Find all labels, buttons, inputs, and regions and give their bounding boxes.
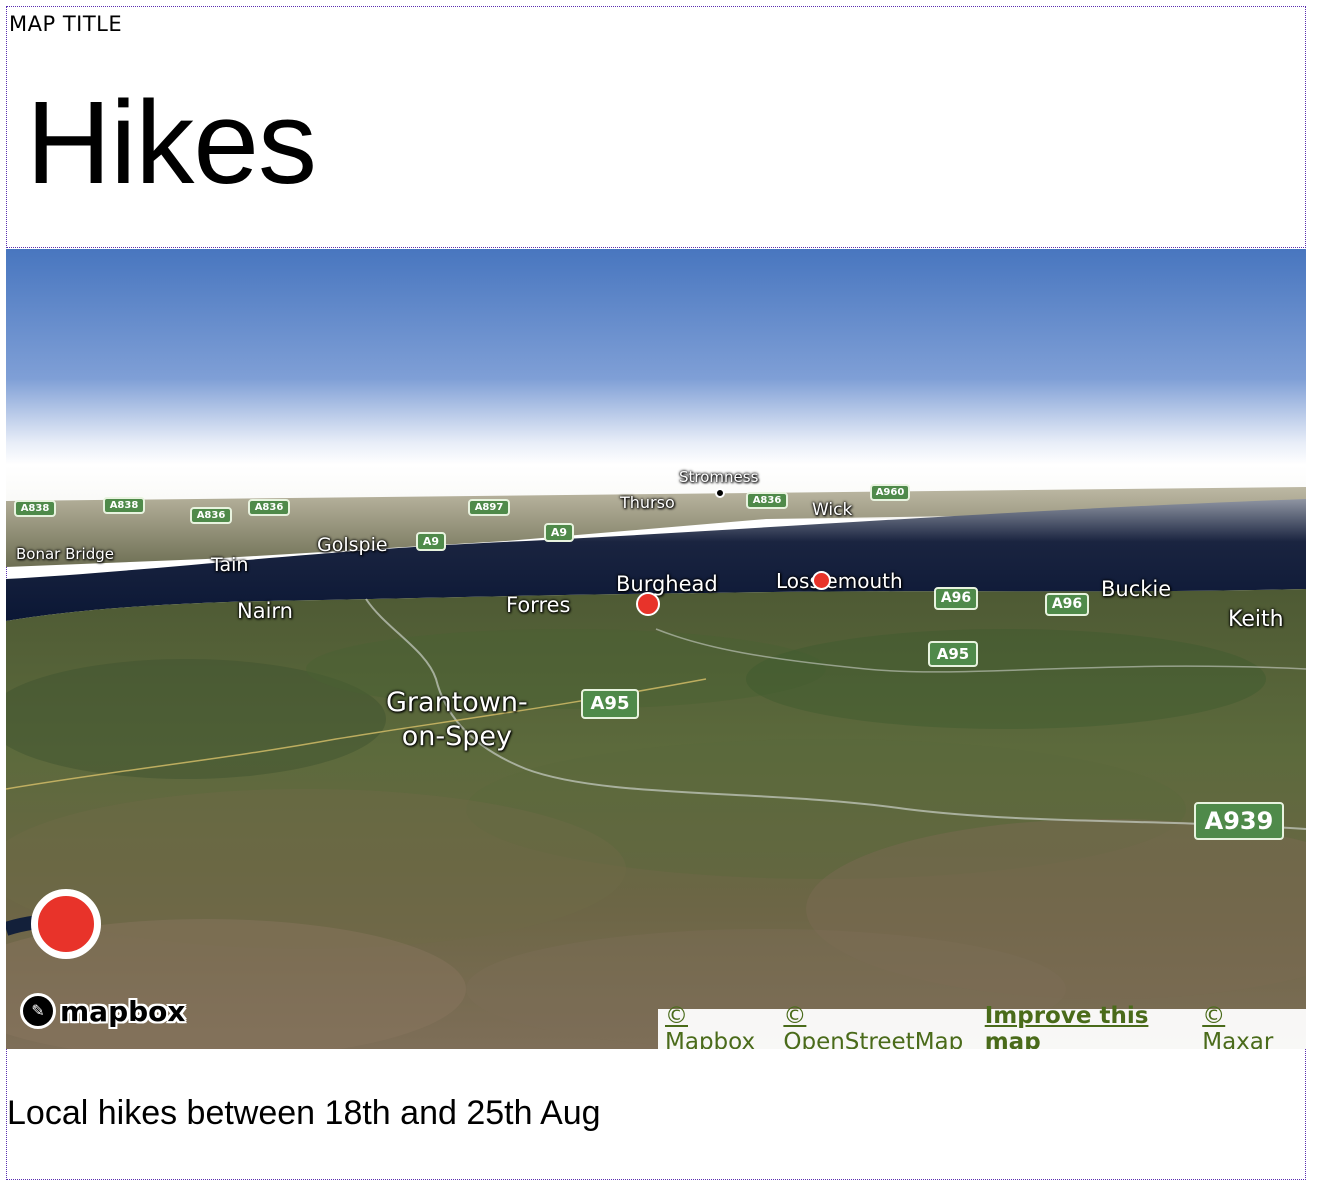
road-shield-a95: A95 (581, 689, 639, 719)
place-label-tain: Tain (211, 554, 249, 576)
road-shield-a96: A96 (1045, 593, 1089, 616)
improve-map-link[interactable]: Improve this map (985, 1003, 1196, 1049)
mapbox-logo[interactable]: ✎ mapbox (20, 993, 185, 1029)
hike-marker-foreground[interactable] (31, 889, 101, 959)
road-shield-a836: A836 (190, 507, 232, 524)
place-label-grantown-on-spey: Grantown- on-Spey (386, 687, 528, 752)
road-shield-a897: A897 (468, 499, 510, 516)
place-label-bonar-bridge: Bonar Bridge (16, 545, 114, 563)
mapbox-logo-icon: ✎ (20, 993, 56, 1029)
hike-marker-lossiemouth[interactable] (812, 571, 831, 590)
road-shield-a939: A939 (1194, 802, 1284, 840)
map-caption: Local hikes between 18th and 25th Aug (7, 1094, 601, 1132)
terrain-view (6, 249, 1306, 1049)
place-label-buckie: Buckie (1101, 577, 1172, 601)
map-canvas[interactable]: Stromness Thurso Wick Bonar Bridge Tain … (6, 249, 1306, 1049)
attribution-osm-link[interactable]: © OpenStreetMap (783, 1003, 977, 1049)
map-attribution: © Mapbox © OpenStreetMap Improve this ma… (658, 1003, 1306, 1049)
place-label-thurso: Thurso (620, 493, 675, 512)
road-shield-a95: A95 (928, 641, 978, 667)
place-label-forres: Forres (506, 593, 571, 617)
road-shield-a836: A836 (746, 492, 788, 509)
mapbox-logo-text: mapbox (60, 994, 186, 1028)
attribution-mapbox-link[interactable]: © Mapbox (665, 1003, 776, 1049)
hike-marker-burghead[interactable] (636, 592, 660, 616)
attribution-maxar-link[interactable]: © Maxar (1202, 1003, 1296, 1049)
place-label-burghead: Burghead (616, 572, 718, 596)
map-header: MAP TITLE Hikes (6, 6, 1306, 248)
place-label-stromness: Stromness (679, 468, 759, 486)
place-label-lossiemouth: Lossiemouth (776, 569, 903, 593)
road-shield-a9: A9 (416, 532, 446, 551)
road-shield-a838: A838 (14, 500, 56, 517)
road-shield-a836: A836 (248, 499, 290, 516)
eyebrow-label: MAP TITLE (9, 12, 123, 36)
road-shield-a96: A96 (934, 587, 978, 610)
road-shield-a838: A838 (103, 497, 145, 514)
place-label-wick: Wick (812, 500, 853, 520)
road-shield-a9: A9 (544, 523, 574, 542)
place-label-golspie: Golspie (317, 534, 388, 556)
place-label-keith: Keith (1228, 607, 1284, 632)
road-shield-a960: A960 (870, 484, 910, 501)
town-dot-icon (715, 488, 725, 498)
place-label-nairn: Nairn (237, 599, 293, 623)
page-title: Hikes (26, 77, 317, 209)
